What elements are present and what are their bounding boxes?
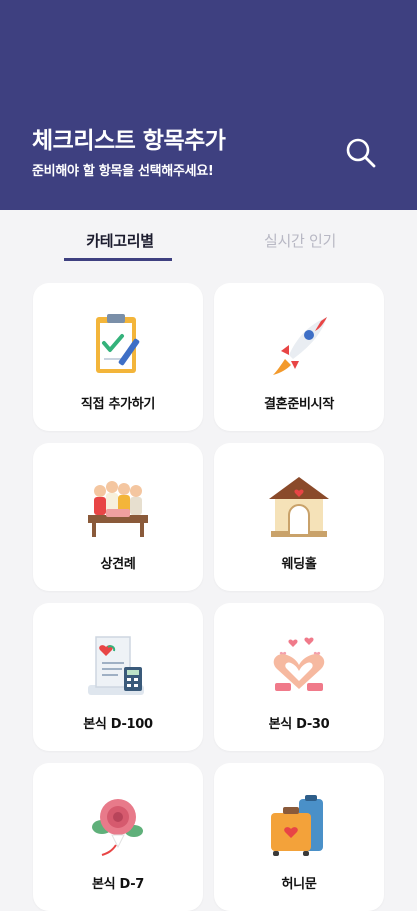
category-card-d100[interactable]: 본식 D-100 [33, 603, 203, 751]
category-card-d7[interactable]: 본식 D-7 [33, 763, 203, 911]
search-icon[interactable] [344, 136, 378, 170]
category-card-family-meeting[interactable]: 상견례 [33, 443, 203, 591]
category-label: 웨딩홀 [281, 557, 317, 572]
rocket-icon [263, 309, 335, 381]
category-label: 허니문 [281, 877, 317, 892]
suitcase-icon [263, 789, 335, 861]
category-label: 결혼준비시작 [264, 397, 334, 412]
category-label: 본식 D-7 [91, 877, 145, 892]
category-card-start[interactable]: 결혼준비시작 [214, 283, 384, 431]
family-dinner-icon [82, 469, 154, 541]
app-header: 체크리스트 항목추가 준비해야 할 항목을 선택해주세요! [0, 0, 417, 210]
category-label: 본식 D-30 [268, 717, 330, 732]
clipboard-checklist-icon [82, 309, 154, 381]
bouquet-icon [82, 789, 154, 861]
category-label: 상견례 [100, 557, 136, 572]
category-card-d30[interactable]: 본식 D-30 [214, 603, 384, 751]
receipt-calculator-icon [82, 629, 154, 701]
tab-realtime-popular[interactable]: 실시간 인기 [240, 230, 360, 251]
category-card-honeymoon[interactable]: 허니문 [214, 763, 384, 911]
category-card-wedding-hall[interactable]: 웨딩홀 [214, 443, 384, 591]
category-label: 본식 D-100 [83, 717, 153, 732]
heart-hands-icon [263, 629, 335, 701]
page-subtitle: 준비해야 할 항목을 선택해주세요! [32, 164, 214, 179]
tab-category[interactable]: 카테고리별 [60, 230, 180, 251]
wedding-hall-icon [263, 469, 335, 541]
page-title: 체크리스트 항목추가 [32, 128, 226, 154]
category-tabs: 카테고리별 실시간 인기 [0, 210, 417, 266]
category-card-custom[interactable]: 직접 추가하기 [33, 283, 203, 431]
category-label: 직접 추가하기 [80, 397, 156, 412]
active-tab-indicator [64, 258, 172, 261]
